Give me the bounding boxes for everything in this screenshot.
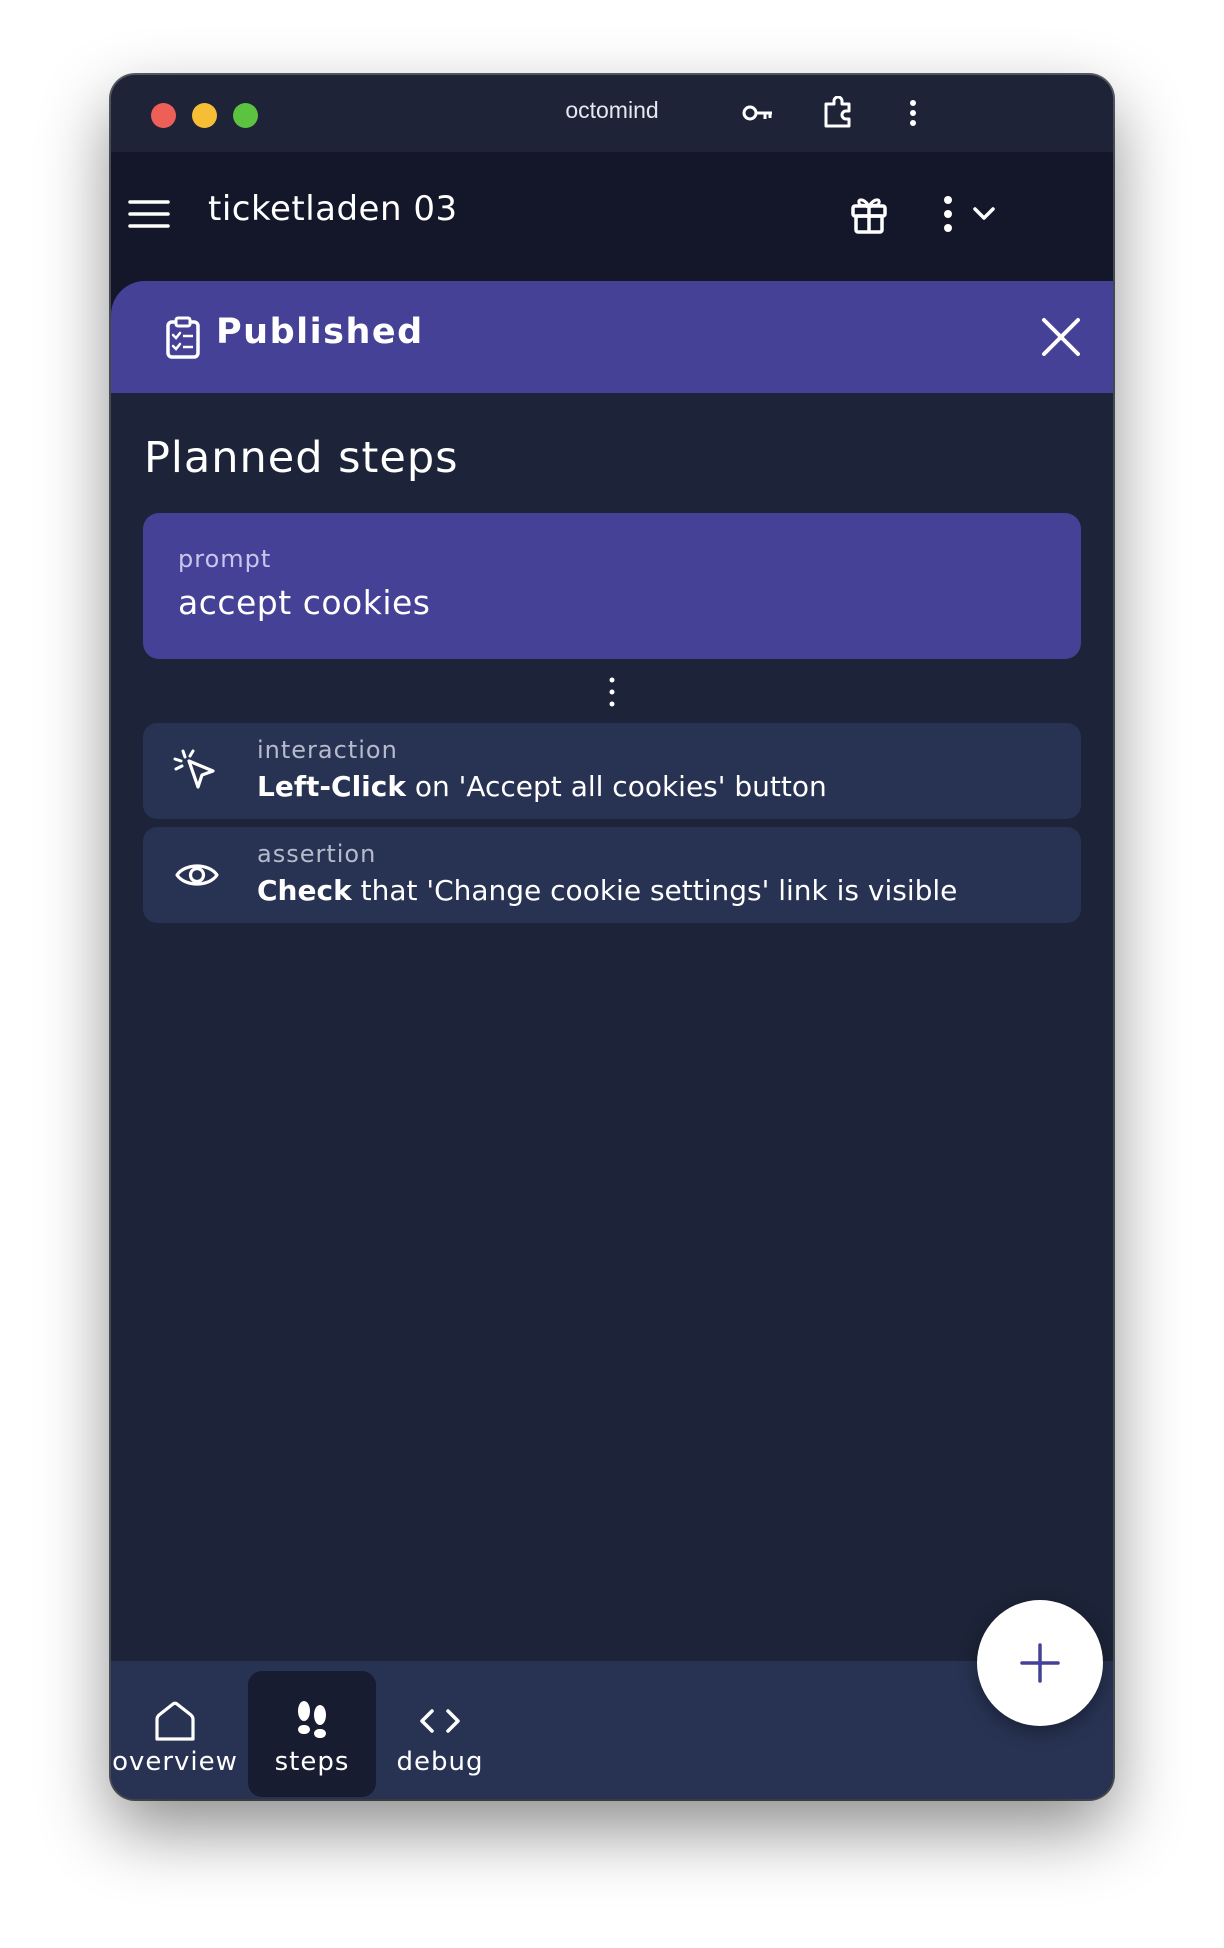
menu-icon[interactable] bbox=[127, 192, 171, 236]
step-detail: on 'Accept all cookies' button bbox=[405, 770, 827, 803]
nav-item-overview[interactable]: overview bbox=[111, 1671, 239, 1797]
window-titlebar: octomind bbox=[111, 75, 1113, 152]
step-action: Check bbox=[257, 874, 352, 907]
nav-label: debug bbox=[396, 1747, 484, 1777]
prompt-text: accept cookies bbox=[178, 583, 431, 622]
key-icon[interactable] bbox=[738, 93, 778, 133]
status-banner: Published bbox=[111, 281, 1113, 393]
plus-icon bbox=[1020, 1643, 1060, 1683]
section-heading: Planned steps bbox=[144, 433, 459, 483]
nav-item-debug[interactable]: debug bbox=[376, 1671, 504, 1797]
home-icon bbox=[151, 1699, 199, 1743]
step-item-interaction[interactable]: interaction Left-Click on 'Accept all co… bbox=[143, 723, 1081, 819]
nav-label: overview bbox=[112, 1747, 238, 1777]
bottom-navigation: overview steps debug bbox=[111, 1661, 1113, 1799]
extension-icon[interactable] bbox=[818, 93, 858, 133]
step-description: Check that 'Change cookie settings' link… bbox=[257, 874, 957, 907]
footsteps-icon bbox=[288, 1699, 336, 1743]
window-title: octomind bbox=[565, 97, 659, 123]
prompt-card[interactable]: prompt accept cookies bbox=[143, 513, 1081, 659]
eye-icon bbox=[173, 851, 221, 899]
planned-steps-panel: Planned steps prompt accept cookies inte… bbox=[111, 393, 1113, 1623]
step-kind-label: interaction bbox=[257, 736, 398, 764]
status-label: Published bbox=[216, 312, 424, 352]
step-detail: that 'Change cookie settings' link is vi… bbox=[351, 874, 958, 907]
window-more-icon[interactable] bbox=[893, 93, 933, 133]
clipboard-check-icon bbox=[165, 316, 201, 360]
prompt-kind-label: prompt bbox=[178, 545, 272, 573]
nav-label: steps bbox=[274, 1747, 350, 1777]
cursor-click-icon bbox=[173, 747, 221, 795]
project-title: ticketladen 03 bbox=[208, 189, 458, 229]
gift-icon[interactable] bbox=[846, 191, 892, 237]
add-step-button[interactable] bbox=[977, 1600, 1103, 1726]
code-icon bbox=[416, 1699, 464, 1743]
step-action: Left-Click bbox=[257, 770, 406, 803]
step-kind-label: assertion bbox=[257, 840, 377, 868]
project-options-icon[interactable] bbox=[923, 191, 1013, 237]
close-icon[interactable] bbox=[1039, 315, 1083, 359]
step-item-assertion[interactable]: assertion Check that 'Change cookie sett… bbox=[143, 827, 1081, 923]
app-window: octomind ticketladen 03 Published Planne… bbox=[111, 75, 1113, 1799]
step-description: Left-Click on 'Accept all cookies' butto… bbox=[257, 770, 827, 803]
nav-item-steps[interactable]: steps bbox=[248, 1671, 376, 1797]
vertical-dots-icon[interactable] bbox=[602, 675, 622, 711]
